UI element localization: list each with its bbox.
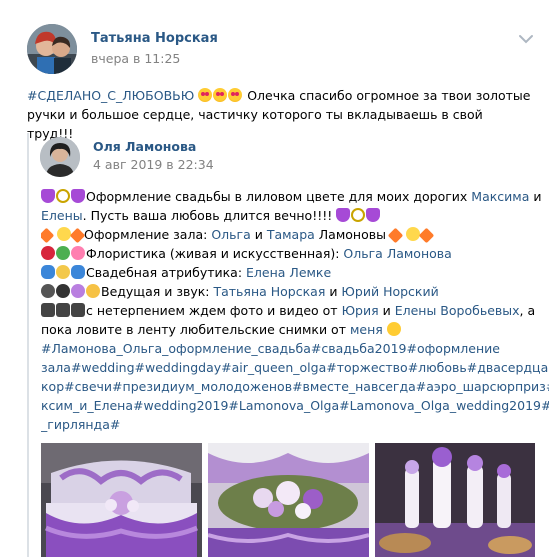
- repost-line: Флористика (живая и искусственная): Ольг…: [41, 244, 549, 263]
- post-text-line1: Олечка спасибо огромное за твои золотые: [247, 88, 531, 103]
- purple-heart-emoji: [336, 208, 351, 222]
- author-name[interactable]: Татьяна Норская: [91, 31, 218, 46]
- dizzy-emoji: [405, 227, 420, 241]
- camera-emoji: [56, 303, 70, 317]
- mention-link[interactable]: Елены Воробьевых: [395, 303, 520, 318]
- music-note-emoji: [71, 284, 85, 298]
- photo-thumbnail-3[interactable]: [375, 443, 535, 557]
- purple-heart-emoji: [41, 189, 55, 203]
- line-text: и: [378, 303, 395, 318]
- mention-link[interactable]: Юрия: [342, 303, 379, 318]
- hashtags-line[interactable]: ксим_и_Елена#wedding2019#Lamonova_Olga#L…: [41, 396, 549, 415]
- line-text: и: [325, 284, 342, 299]
- repost-line: Елены. Пусть ваша любовь длится вечно!!!…: [41, 206, 549, 225]
- author-avatar[interactable]: [27, 24, 77, 74]
- repost-text: Оформление свадьбы в лиловом цвете для м…: [41, 187, 549, 434]
- mention-link[interactable]: Елены: [41, 208, 83, 223]
- mention-link[interactable]: Юрий Норский: [341, 284, 438, 299]
- line-text: пока ловите в ленту любительские снимки …: [41, 322, 350, 337]
- ring-emoji: [56, 189, 70, 203]
- line-text: с нетерпением ждем фото и видео от: [86, 303, 342, 318]
- repost-divider: [27, 133, 29, 557]
- hashtags-line[interactable]: _гирлянда#: [41, 415, 549, 434]
- post-hashtag[interactable]: #СДЕЛАНО_С_ЛЮБОВЬЮ: [27, 88, 194, 103]
- mention-link[interactable]: меня: [350, 322, 383, 337]
- repost-avatar[interactable]: [40, 137, 80, 177]
- flower-emoji: [71, 246, 85, 260]
- dizzy-emoji: [56, 227, 71, 241]
- mention-link[interactable]: Максима: [471, 189, 529, 204]
- heart-eyes-emoji: [198, 88, 213, 102]
- mention-link[interactable]: Елена Лемке: [246, 265, 331, 280]
- sparkle-emoji: [41, 227, 55, 244]
- heart-eyes-emoji: [228, 88, 243, 102]
- hashtags-line[interactable]: зала#wedding#weddingday#air_queen_olga#т…: [41, 358, 549, 377]
- purple-heart-emoji: [71, 189, 85, 203]
- line-text: Флористика (живая и искусственная):: [86, 246, 344, 261]
- heart-eyes-emoji: [213, 88, 228, 102]
- herb-emoji: [56, 246, 70, 260]
- hashtags-line[interactable]: #Ламонова_Ольга_оформление_свадьба#свадь…: [41, 339, 549, 358]
- line-text: . Пусть ваша любовь длится вечно!!!!: [82, 208, 337, 223]
- line-text: , а: [519, 303, 536, 318]
- line-text: Ламоновы: [314, 227, 390, 242]
- butterfly-emoji: [41, 265, 55, 279]
- sparkle-emoji: [69, 227, 86, 244]
- repost-line: Ведущая и звук: Татьяна Норская и Юрий Н…: [41, 282, 549, 301]
- repost-line: Свадебная атрибутика: Елена Лемке: [41, 263, 549, 282]
- sparkle-emoji: [418, 227, 435, 244]
- camera-emoji: [41, 303, 55, 317]
- repost-time[interactable]: 4 авг 2019 в 22:34: [93, 157, 214, 172]
- line-text: Свадебная атрибутика:: [86, 265, 247, 280]
- repost-line: Оформление свадьбы в лиловом цвете для м…: [41, 187, 549, 206]
- post-text-line2: ручки и большое сердце, частичку которог…: [27, 107, 483, 141]
- repost-author-name[interactable]: Оля Ламонова: [93, 139, 196, 154]
- hashtags-line[interactable]: кор#свечи#президиум_молодоженов#вместе_н…: [41, 377, 549, 396]
- tulip-emoji: [56, 265, 70, 279]
- post-text: #СДЕЛАНО_С_ЛЮБОВЬЮ Олечка спасибо огромн…: [27, 86, 532, 143]
- repost-line: с нетерпением ждем фото и видео от Юрия …: [41, 301, 549, 320]
- line-text: Ведущая и звук:: [101, 284, 214, 299]
- post-time[interactable]: вчера в 11:25: [91, 51, 180, 66]
- repost-line: Оформление зала: Ольга и Тамара Ламоновы: [41, 225, 549, 244]
- mention-link[interactable]: Тамара: [267, 227, 315, 242]
- post-card: Татьяна Норская вчера в 11:25 #СДЕЛАНО_С…: [0, 0, 555, 557]
- line-text: и: [529, 189, 542, 204]
- mention-link[interactable]: Татьяна Норская: [213, 284, 325, 299]
- wink-emoji: [386, 322, 401, 336]
- line-text: Оформление зала:: [83, 227, 212, 242]
- line-text: и: [250, 227, 267, 242]
- photo-thumbnail-1[interactable]: [41, 443, 202, 557]
- microphone-emoji: [41, 284, 55, 298]
- repost-line: пока ловите в ленту любительские снимки …: [41, 320, 549, 339]
- headphones-emoji: [56, 284, 70, 298]
- ring-emoji: [351, 208, 366, 222]
- raised-hand-emoji: [86, 284, 100, 298]
- chevron-down-icon[interactable]: [518, 34, 534, 44]
- sparkle-emoji: [387, 227, 404, 244]
- rose-emoji: [41, 246, 55, 260]
- camera-emoji: [71, 303, 85, 317]
- photo-thumbnail-2[interactable]: [208, 443, 369, 557]
- mention-link[interactable]: Ольга Ламонова: [343, 246, 451, 261]
- purple-heart-emoji: [366, 208, 381, 222]
- mention-link[interactable]: Ольга: [211, 227, 250, 242]
- butterfly-emoji: [71, 265, 85, 279]
- line-text: Оформление свадьбы в лиловом цвете для м…: [86, 189, 472, 204]
